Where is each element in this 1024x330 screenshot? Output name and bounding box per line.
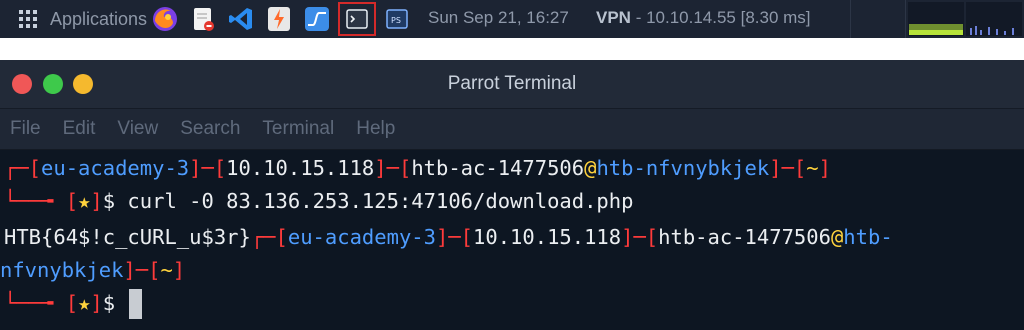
menu-bar: File Edit View Search Terminal Help — [0, 109, 1024, 150]
top-panel: Applications PS Sun Sep 21, 16:27 VPN - … — [0, 0, 1024, 38]
panel-launchers: PS — [150, 2, 420, 36]
terminal-output-area[interactable]: ┌─[eu-academy-3]─[10.10.15.118]─[htb-ac-… — [0, 150, 1024, 330]
terminal-icon[interactable] — [338, 2, 376, 36]
menu-view[interactable]: View — [117, 118, 158, 140]
powershell-icon[interactable]: PS — [382, 4, 412, 34]
output-line: HTB{64$!c_cURL_u$3r}┌─[eu-academy-3]─[10… — [4, 225, 893, 249]
vscode-icon[interactable] — [226, 4, 256, 34]
prompt-header-line: ┌─[eu-academy-3]─[10.10.15.118]─[htb-ac-… — [4, 156, 831, 180]
network-monitor-graph — [966, 2, 1022, 36]
prompt-machine: htb-nfvnybkjek — [596, 156, 770, 180]
vpn-label: VPN — [596, 8, 631, 27]
cpu-monitor-graph — [908, 2, 964, 36]
system-monitor-icon[interactable] — [302, 4, 332, 34]
burp-suite-icon[interactable] — [264, 4, 294, 34]
prompt-star-icon: ★ — [78, 189, 91, 213]
menu-file[interactable]: File — [10, 118, 41, 140]
menu-terminal[interactable]: Terminal — [262, 118, 334, 140]
applications-menu-label[interactable]: Applications — [50, 9, 147, 30]
command-line: └──╼ [★]$ curl -0 83.136.253.125:47106/d… — [4, 189, 634, 213]
window-title: Parrot Terminal — [447, 73, 577, 94]
menu-edit[interactable]: Edit — [63, 118, 96, 140]
prompt-ip: 10.10.15.118 — [226, 156, 375, 180]
wrapped-prompt-line: nfvnybkjek]─[~] — [0, 258, 186, 282]
prompt-star-icon: ★ — [78, 291, 91, 315]
window-titlebar[interactable]: Parrot Terminal — [0, 60, 1024, 109]
panel-vpn-status: VPN - 10.10.14.55 [8.30 ms] — [596, 8, 811, 28]
apps-grid-icon[interactable] — [18, 9, 38, 29]
terminal-window: Parrot Terminal File Edit View Search Te… — [0, 60, 1024, 330]
terminal-cursor[interactable] — [129, 289, 143, 319]
command-output: HTB{64$!c_cURL_u$3r} — [4, 225, 251, 249]
text-editor-icon[interactable] — [188, 4, 218, 34]
panel-datetime[interactable]: Sun Sep 21, 16:27 — [428, 8, 569, 28]
vpn-address: - 10.10.14.55 [8.30 ms] — [630, 8, 811, 27]
svg-text:PS: PS — [391, 16, 401, 25]
active-prompt-line: └──╼ [★]$ — [4, 289, 143, 319]
command-text: curl -0 83.136.253.125:47106/download.ph… — [115, 189, 634, 213]
panel-divider — [905, 0, 906, 38]
menu-help[interactable]: Help — [356, 118, 395, 140]
prompt-host-tag: eu-academy-3 — [41, 156, 190, 180]
prompt-user: htb-ac-1477506 — [411, 156, 585, 180]
menu-search[interactable]: Search — [180, 118, 240, 140]
prompt-cwd: ~ — [806, 156, 819, 180]
panel-divider — [850, 0, 851, 38]
firefox-icon[interactable] — [150, 4, 180, 34]
